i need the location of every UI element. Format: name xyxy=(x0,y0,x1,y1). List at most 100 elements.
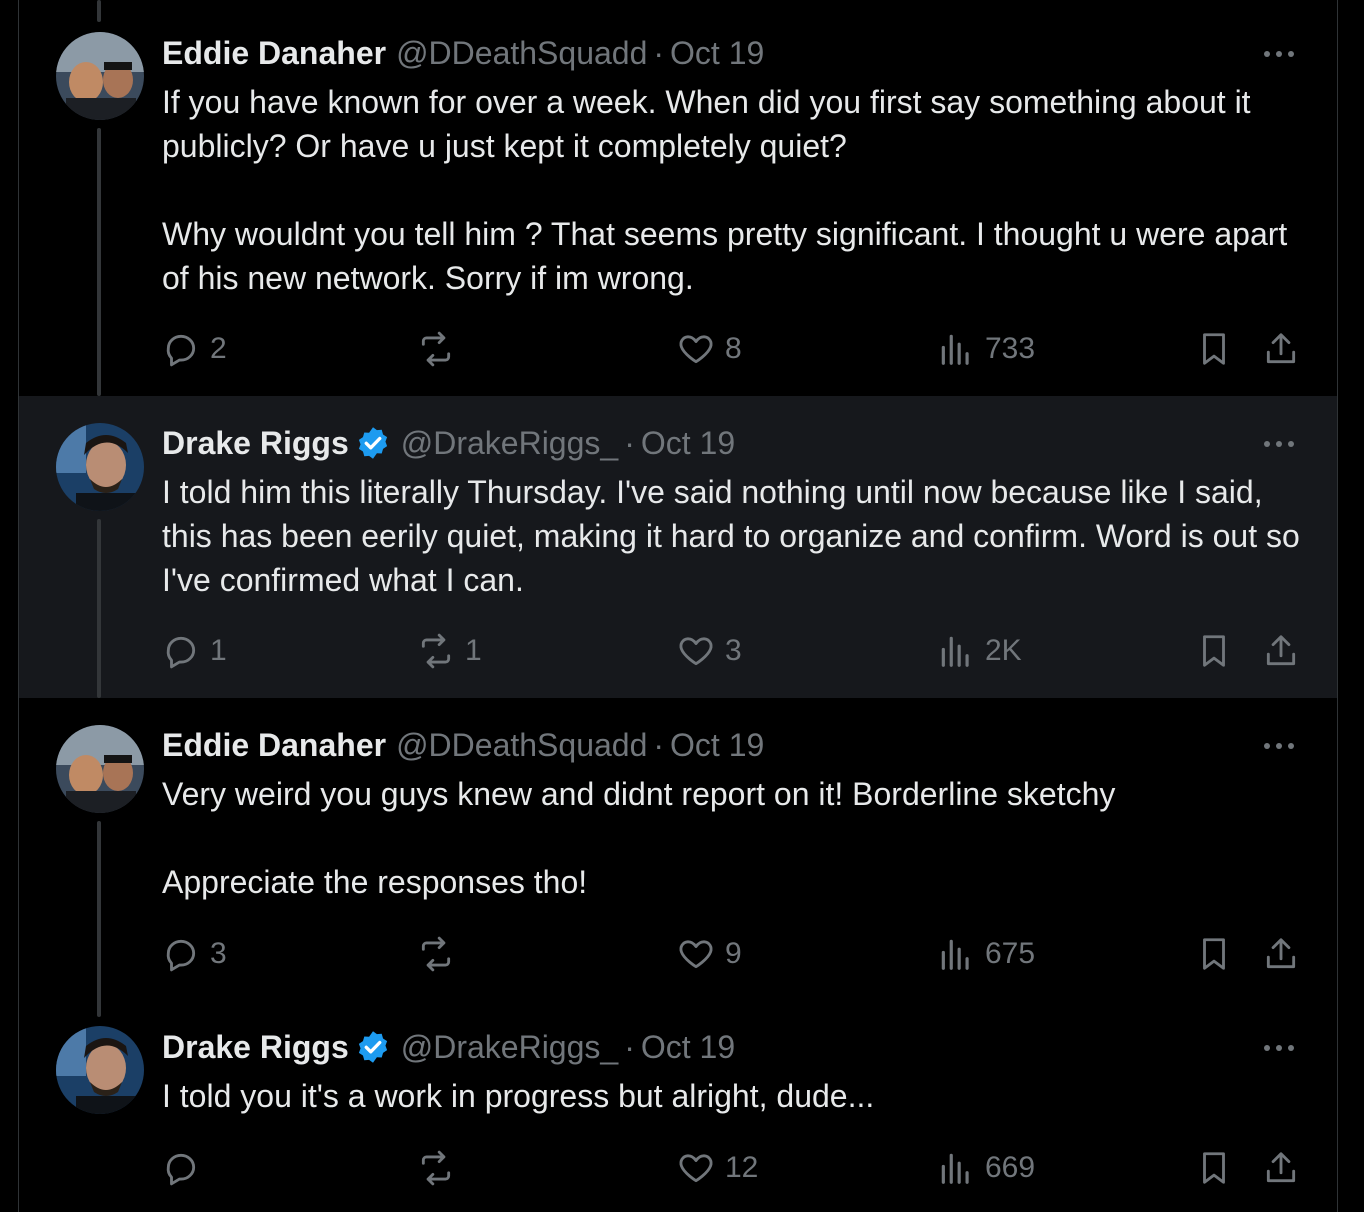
action-bar: 3 9 675 xyxy=(162,932,1312,976)
tweet[interactable]: Eddie Danaher @DDeathSquadd · Oct 19 If … xyxy=(19,0,1337,396)
like-count: 12 xyxy=(725,1151,759,1184)
reply-button[interactable]: 3 xyxy=(162,932,227,976)
separator: · xyxy=(624,1028,635,1065)
author-name[interactable]: Eddie Danaher xyxy=(162,727,386,764)
views-icon xyxy=(941,939,969,970)
thread-line xyxy=(97,519,101,698)
like-button[interactable]: 9 xyxy=(677,932,742,976)
reply-icon xyxy=(166,334,196,367)
reply-button[interactable] xyxy=(162,1146,210,1190)
heart-icon xyxy=(679,1154,713,1183)
bookmark-icon xyxy=(1203,1152,1225,1184)
repost-icon xyxy=(421,936,451,972)
repost-button[interactable]: 1 xyxy=(417,629,482,673)
repost-button[interactable] xyxy=(417,327,465,371)
share-button[interactable] xyxy=(1262,327,1300,371)
views-button[interactable]: 733 xyxy=(937,327,1035,371)
reply-count: 1 xyxy=(210,634,227,667)
action-bar: 2 8 733 xyxy=(162,327,1312,371)
share-icon xyxy=(1266,938,1296,969)
share-icon xyxy=(1266,635,1296,666)
repost-icon xyxy=(421,1150,451,1186)
author-handle[interactable]: @DrakeRiggs_ xyxy=(401,425,618,462)
tweet[interactable]: Drake Riggs @DrakeRiggs_ · Oct 19 I told… xyxy=(19,396,1337,698)
separator: · xyxy=(653,34,665,71)
like-button[interactable]: 8 xyxy=(677,327,742,371)
reply-icon xyxy=(166,939,196,972)
bookmark-button[interactable] xyxy=(1195,327,1233,371)
conversation-thread: Eddie Danaher @DDeathSquadd · Oct 19 If … xyxy=(18,0,1338,1212)
author-handle[interactable]: @DDeathSquadd xyxy=(396,35,647,72)
more-icon[interactable] xyxy=(1259,424,1299,464)
verified-badge-icon xyxy=(358,427,387,459)
reply-count: 2 xyxy=(210,332,227,365)
views-icon xyxy=(941,1153,969,1184)
more-icon[interactable] xyxy=(1259,726,1299,766)
share-button[interactable] xyxy=(1262,932,1300,976)
avatar[interactable] xyxy=(56,32,144,120)
tweet-text: If you have known for over a week. When … xyxy=(162,80,1312,300)
verified-badge-icon xyxy=(358,1031,387,1063)
share-button[interactable] xyxy=(1262,1146,1300,1190)
reply-icon xyxy=(166,636,196,669)
author-handle[interactable]: @DrakeRiggs_ xyxy=(401,1029,618,1066)
tweet-date[interactable]: Oct 19 xyxy=(670,727,764,764)
bookmark-button[interactable] xyxy=(1195,629,1233,673)
heart-icon xyxy=(679,335,713,364)
tweet-text: Very weird you guys knew and didnt repor… xyxy=(162,772,1312,904)
reply-button[interactable]: 1 xyxy=(162,629,227,673)
author-name[interactable]: Eddie Danaher xyxy=(162,35,386,72)
author-handle[interactable]: @DDeathSquadd xyxy=(396,727,647,764)
tweet-date[interactable]: Oct 19 xyxy=(641,425,735,462)
reply-count: 3 xyxy=(210,937,227,970)
tweet-text: I told you it's a work in progress but a… xyxy=(162,1074,1312,1118)
repost-button[interactable] xyxy=(417,1146,465,1190)
tweet[interactable]: Eddie Danaher @DDeathSquadd · Oct 19 Ver… xyxy=(19,698,1337,1017)
avatar[interactable] xyxy=(56,423,144,511)
views-button[interactable]: 2K xyxy=(937,629,1022,673)
avatar[interactable] xyxy=(56,725,144,813)
action-bar: 1 1 3 2K xyxy=(162,629,1312,673)
views-button[interactable]: 675 xyxy=(937,932,1035,976)
thread-line xyxy=(97,128,101,396)
author-name[interactable]: Drake Riggs xyxy=(162,1029,349,1066)
tweet[interactable]: Drake Riggs @DrakeRiggs_ · Oct 19 I told… xyxy=(19,1002,1337,1212)
repost-count: 1 xyxy=(465,634,482,667)
bookmark-icon xyxy=(1203,333,1225,365)
bookmark-button[interactable] xyxy=(1195,932,1233,976)
heart-icon xyxy=(679,637,713,666)
share-button[interactable] xyxy=(1262,629,1300,673)
like-button[interactable]: 12 xyxy=(677,1146,758,1190)
like-count: 3 xyxy=(725,634,742,667)
tweet-date[interactable]: Oct 19 xyxy=(641,1029,735,1066)
reply-button[interactable]: 2 xyxy=(162,327,227,371)
action-bar: 12 669 xyxy=(162,1146,1312,1190)
bookmark-button[interactable] xyxy=(1195,1146,1233,1190)
tweet-header: Eddie Danaher @DDeathSquadd · Oct 19 xyxy=(162,725,764,765)
views-button[interactable]: 669 xyxy=(937,1146,1035,1190)
tweet-header: Drake Riggs @DrakeRiggs_ · Oct 19 xyxy=(162,1027,735,1067)
author-name[interactable]: Drake Riggs xyxy=(162,425,349,462)
view-count: 2K xyxy=(985,634,1022,667)
tweet-paragraph: Appreciate the responses tho! xyxy=(162,864,588,900)
like-button[interactable]: 3 xyxy=(677,629,742,673)
thread-line xyxy=(97,821,101,1017)
avatar[interactable] xyxy=(56,1026,144,1114)
share-icon xyxy=(1266,1152,1296,1183)
tweet-paragraph: Why wouldnt you tell him ? That seems pr… xyxy=(162,216,1288,296)
share-icon xyxy=(1266,333,1296,364)
tweet-text: I told him this literally Thursday. I've… xyxy=(162,470,1312,602)
tweet-date[interactable]: Oct 19 xyxy=(670,35,764,72)
tweet-header: Drake Riggs @DrakeRiggs_ · Oct 19 xyxy=(162,423,735,463)
tweet-paragraph: I told him this literally Thursday. I've… xyxy=(162,474,1300,598)
repost-icon xyxy=(421,331,451,367)
tweet-paragraph: I told you it's a work in progress but a… xyxy=(162,1078,875,1114)
repost-button[interactable] xyxy=(417,932,465,976)
more-icon[interactable] xyxy=(1259,1028,1299,1068)
more-icon[interactable] xyxy=(1259,34,1299,74)
views-icon xyxy=(941,636,969,667)
like-count: 9 xyxy=(725,937,742,970)
tweet-header: Eddie Danaher @DDeathSquadd · Oct 19 xyxy=(162,33,764,73)
views-icon xyxy=(941,334,969,365)
